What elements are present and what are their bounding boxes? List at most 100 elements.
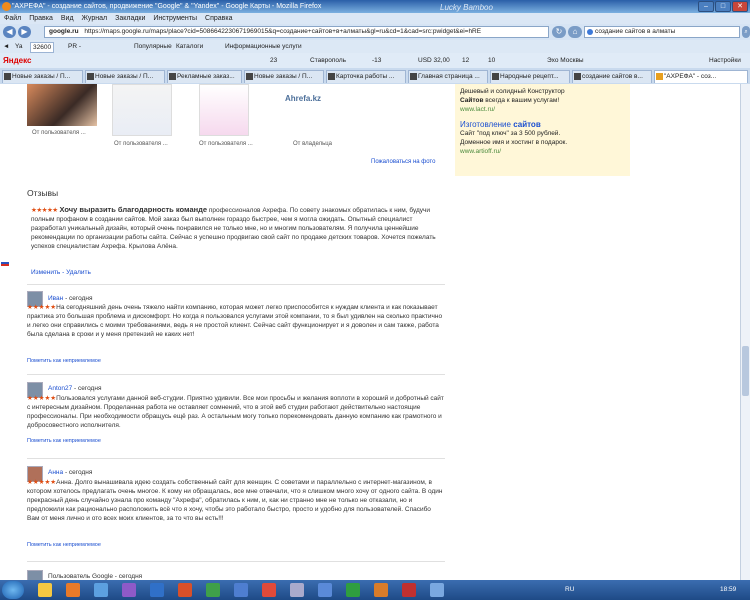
user-photo-3[interactable] — [199, 84, 249, 136]
home-icon[interactable]: ⌂ — [568, 26, 582, 38]
yandex-toolbar: Яндекс 23 Ставрополь -13 USD 32,00 12 10… — [0, 53, 750, 68]
menu-file[interactable]: Файл — [4, 13, 21, 24]
media-icon[interactable] — [66, 583, 80, 597]
app-icon[interactable] — [290, 583, 304, 597]
search-input[interactable]: создание сайтов в алматы — [584, 26, 740, 38]
ad-2-title[interactable]: Изготовление сайтов — [460, 120, 625, 129]
scroll-thumb[interactable] — [742, 346, 749, 396]
tab-8[interactable]: создание сайтов в... — [572, 70, 652, 83]
yandex-temp[interactable]: -13 — [372, 53, 381, 68]
word-icon[interactable] — [150, 583, 164, 597]
yandex-music[interactable]: Эхо Москвы — [547, 53, 584, 68]
yandex-logo[interactable]: Яндекс — [3, 53, 31, 68]
tab-4[interactable]: Новые заказы / П... — [244, 70, 324, 83]
tab-favicon — [492, 73, 499, 80]
minimize-button[interactable]: – — [698, 1, 714, 12]
tab-1[interactable]: Новые заказы / П... — [2, 70, 83, 83]
tab-label: создание сайтов в... — [582, 73, 643, 80]
flag-inappropriate-link[interactable]: Пометить как неприемлемое — [27, 542, 101, 548]
window-controls: – □ ✕ — [698, 1, 748, 12]
bookmark-arrow-icon[interactable]: ◄ — [3, 40, 9, 53]
yandex-count[interactable]: 23 — [270, 53, 277, 68]
bookmark-info-services[interactable]: Информационные услуги — [225, 40, 302, 53]
app-icon[interactable] — [430, 583, 444, 597]
back-icon[interactable]: ◀ — [3, 26, 16, 38]
skype-icon[interactable] — [206, 583, 220, 597]
author-link[interactable]: Anton27 — [48, 385, 72, 392]
yandex-city[interactable]: Ставрополь — [310, 53, 346, 68]
close-button[interactable]: ✕ — [732, 1, 748, 12]
tab-favicon — [169, 73, 176, 80]
start-button[interactable] — [2, 581, 24, 599]
user-photo-2[interactable] — [112, 84, 172, 136]
menu-view[interactable]: Вид — [61, 13, 74, 24]
tab-7[interactable]: Народные рецепт... — [490, 70, 570, 83]
avatar[interactable] — [27, 570, 43, 580]
menu-bookmarks[interactable]: Закладки — [115, 13, 145, 24]
maximize-button[interactable]: □ — [715, 1, 731, 12]
edit-review-link[interactable]: Изменить — [31, 269, 60, 276]
address-bar[interactable]: google.ru https://maps.google.ru/maps/pl… — [44, 26, 549, 38]
app-icon[interactable] — [234, 583, 248, 597]
ad-2-url[interactable]: www.artioff.ru/ — [460, 147, 625, 156]
tab-3[interactable]: Рекламные заказ... — [167, 70, 242, 83]
user-photo-1[interactable] — [27, 84, 97, 126]
ya-value[interactable]: 32600 — [30, 42, 55, 53]
yandex-count3[interactable]: 10 — [488, 53, 495, 68]
review-text: Пользовался услугами данной веб-студии. … — [27, 395, 444, 429]
navigation-bar: ◀ ▶ google.ru https://maps.google.ru/map… — [0, 24, 750, 40]
review-text: На сегодняшний день очень тяжело найти к… — [27, 304, 443, 338]
review-author: Анна - сегодня — [48, 469, 92, 476]
yandex-settings[interactable]: Настройки — [709, 53, 741, 68]
photo-caption-1: От пользователя ... — [32, 130, 86, 136]
review-body: ★★★★★Пользовался услугами данной веб-сту… — [27, 394, 445, 430]
review-author: Иван - сегодня — [48, 295, 93, 302]
tab-5[interactable]: Карточка работы ... — [326, 70, 406, 83]
ad-2-title-pre: Изготовление — [460, 120, 514, 129]
tab-favicon — [246, 73, 253, 80]
excel-icon[interactable] — [346, 583, 360, 597]
tab-2[interactable]: Новые заказы / П... — [85, 70, 165, 83]
menu-help[interactable]: Справка — [205, 13, 232, 24]
menu-history[interactable]: Журнал — [82, 13, 108, 24]
author-link[interactable]: Анна — [48, 469, 63, 476]
search-go-icon[interactable]: ⌕ — [742, 26, 750, 38]
tab-label: Новые заказы / П... — [12, 73, 71, 80]
tab-9-active[interactable]: "АХРЕФА" - соз... — [654, 70, 748, 83]
reload-icon[interactable]: ↻ — [552, 26, 566, 38]
flag-inappropriate-link[interactable]: Пометить как неприемлемое — [27, 438, 101, 444]
google-icon — [587, 29, 593, 35]
app-icon[interactable] — [374, 583, 388, 597]
forward-icon[interactable]: ▶ — [18, 26, 31, 38]
owner-logo[interactable]: Ahrefa.kz — [285, 94, 321, 103]
own-review: ★★★★★ Хочу выразить благодарность команд… — [31, 205, 446, 251]
explorer-icon[interactable] — [38, 583, 52, 597]
url-text: https://maps.google.ru/maps/place?cid=50… — [84, 28, 482, 35]
ad-1-url[interactable]: www.lact.ru/ — [460, 105, 625, 114]
app-icon[interactable] — [122, 583, 136, 597]
ie-icon[interactable] — [94, 583, 108, 597]
window-titlebar: "АХРЕФА" - создание сайтов, продвижение … — [0, 0, 750, 13]
app-icon[interactable] — [318, 583, 332, 597]
clock[interactable]: 18:59 — [720, 580, 736, 600]
author-name: Пользователь Google — [48, 573, 113, 580]
vertical-scrollbar[interactable] — [740, 84, 750, 580]
yandex-count2[interactable]: 12 — [462, 53, 469, 68]
delete-review-link[interactable]: Удалить — [66, 269, 91, 276]
yandex-usd[interactable]: USD 32,00 — [418, 53, 450, 68]
ad-1-bold: Сайтов — [460, 97, 484, 104]
tab-label: Карточка работы ... — [336, 73, 395, 80]
app-icon[interactable] — [402, 583, 416, 597]
flag-inappropriate-link[interactable]: Пометить как неприемлемое — [27, 358, 101, 364]
report-photo-link[interactable]: Пожаловаться на фото — [371, 159, 435, 165]
tray-lang[interactable]: RU — [565, 586, 574, 593]
tab-6[interactable]: Главная страница ... — [408, 70, 488, 83]
bookmark-popular[interactable]: Популярные — [134, 40, 172, 53]
taskbar: RU 18:59 — [0, 580, 750, 600]
firefox-taskbar-icon[interactable] — [178, 583, 192, 597]
opera-icon[interactable] — [262, 583, 276, 597]
menu-edit[interactable]: Правка — [29, 13, 53, 24]
menu-tools[interactable]: Инструменты — [153, 13, 197, 24]
bookmark-catalogs[interactable]: Каталоги — [176, 40, 203, 53]
author-link[interactable]: Иван — [48, 295, 63, 302]
